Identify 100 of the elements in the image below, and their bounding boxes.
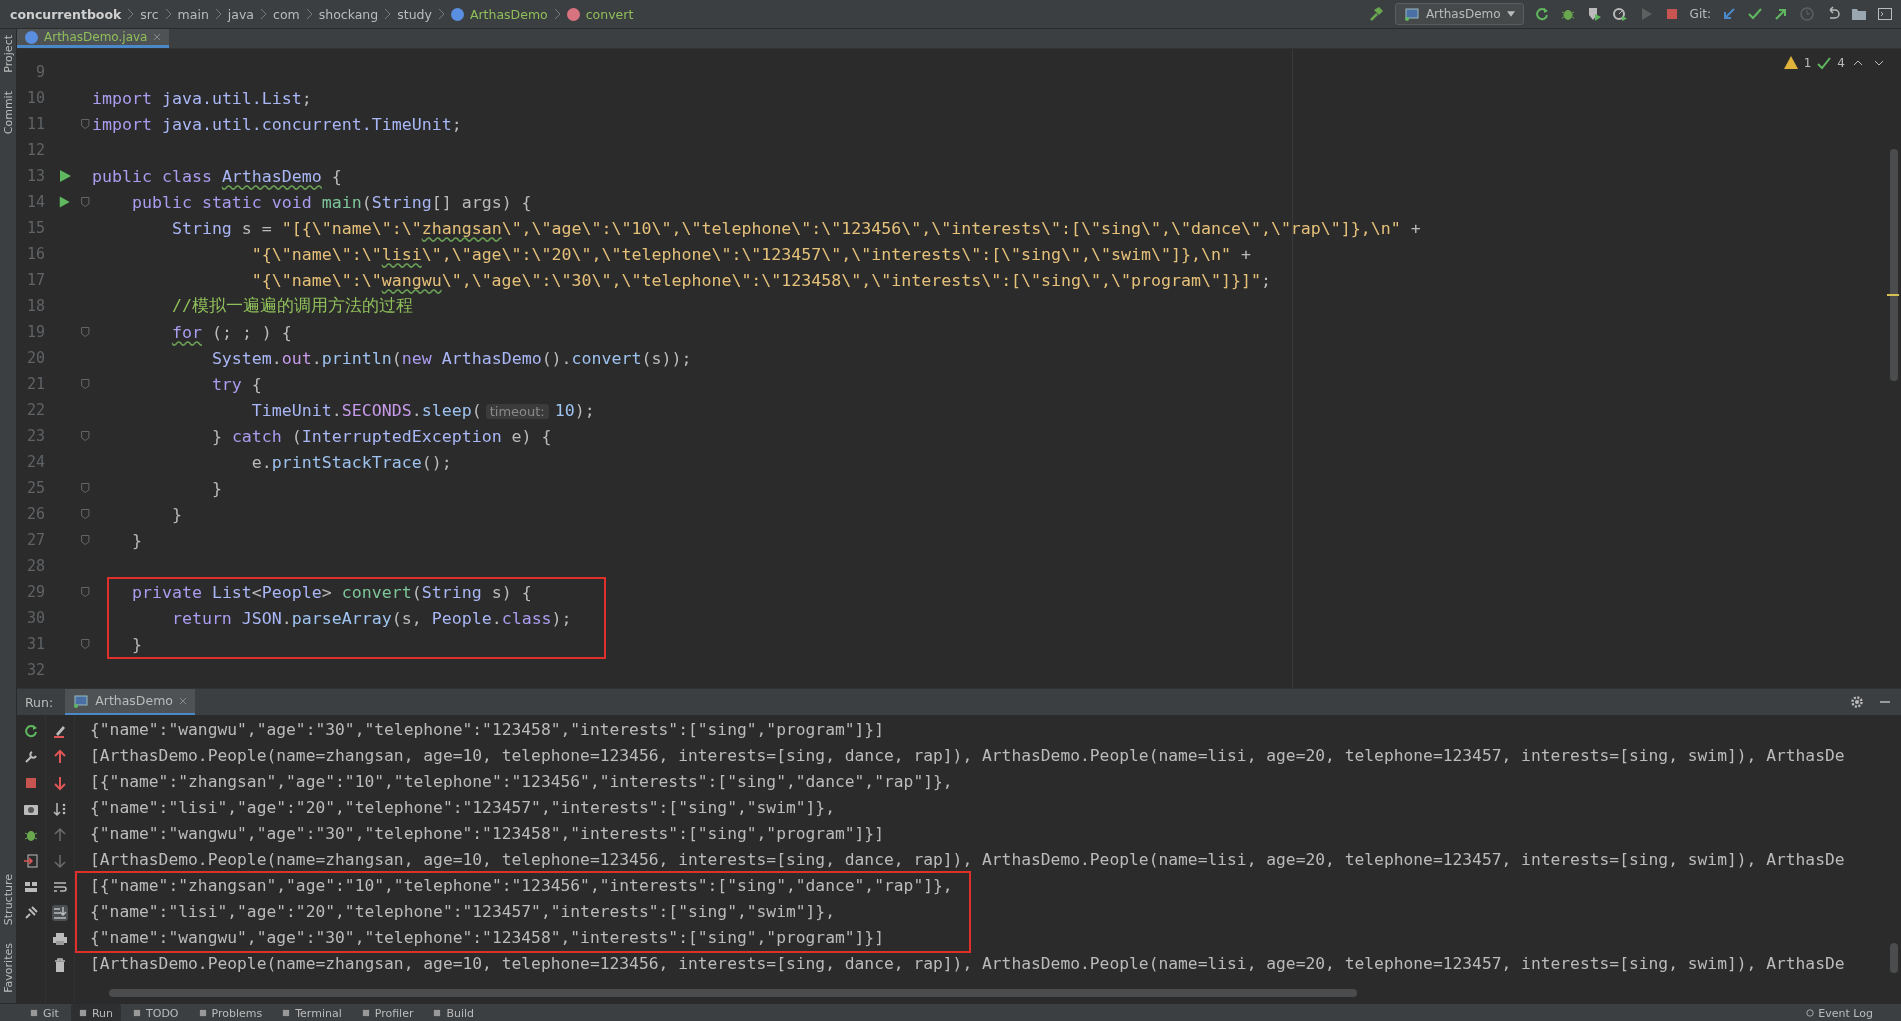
check-icon[interactable] — [1816, 55, 1833, 71]
sort-icon[interactable] — [52, 801, 68, 817]
console-line: [{"name":"zhangsan","age":"10","telephone":"123456","interests":["sing","dance","rap"]}, — [90, 771, 954, 793]
line-number: 21 — [25, 375, 45, 393]
tool-icon — [282, 1009, 291, 1017]
scrollbar[interactable] — [109, 989, 1357, 997]
line-number: 14 — [25, 193, 45, 211]
tool-window-button[interactable]: Problems — [190, 1004, 271, 1021]
warning-icon[interactable] — [1782, 55, 1799, 71]
folder-icon[interactable] — [1851, 6, 1867, 22]
chevron-icon — [553, 8, 561, 20]
run-icon[interactable] — [57, 194, 72, 210]
run-icon[interactable] — [57, 168, 73, 184]
arrow-up-icon[interactable] — [52, 749, 68, 765]
run-tab[interactable]: ArthasDemo — [65, 688, 195, 716]
terminal-window-icon[interactable] — [1877, 6, 1893, 22]
clear-icon[interactable] — [52, 723, 68, 739]
tool-window-button[interactable]: Run — [70, 1004, 121, 1021]
code-line: String s = "[{\"name\":\"zhangsan\",\"age\":\"10\",\"telephone\":\"123456\",\"interests\":[\"sing\",\"dance\",\"rap\"]},\n" + — [170, 218, 1421, 238]
settings-icon[interactable] — [1849, 694, 1865, 710]
breadcrumb-item[interactable]: main — [177, 6, 209, 22]
check-count: 4 — [1837, 56, 1845, 70]
scroll-to-end-icon[interactable] — [52, 905, 68, 921]
stop-icon[interactable] — [23, 775, 39, 791]
rerun-icon[interactable] — [23, 723, 39, 739]
breadcrumb-item[interactable]: java — [227, 6, 254, 22]
tool-window-button[interactable]: Commit — [1, 90, 15, 134]
push-arrow-icon[interactable] — [1773, 6, 1789, 22]
line-number: 19 — [25, 323, 45, 341]
console-line: [ArthasDemo.People(name=zhangsan, age=10, telephone=123456, interests=[sing, dance, rap]), ArthasDemo.People(name=lisi, age=20, telephone=123457, interests=[sing, swim]), ArthasDe — [90, 745, 1845, 767]
line-number: 17 — [25, 271, 45, 289]
tool-window-button[interactable]: Favorites — [1, 943, 15, 993]
line-number: 11 — [25, 115, 45, 133]
line-number: 31 — [25, 635, 45, 653]
breadcrumb-item[interactable]: com — [273, 6, 300, 22]
breadcrumb-item[interactable]: src — [140, 6, 159, 22]
gauge-icon[interactable] — [1611, 6, 1628, 22]
event-log-icon — [1806, 1009, 1815, 1017]
rerun-icon[interactable] — [1533, 6, 1550, 22]
breadcrumb-item[interactable]: ArthasDemo — [469, 6, 548, 22]
line-number: 28 — [25, 557, 45, 575]
line-number: 12 — [25, 141, 45, 159]
hammer-icon[interactable] — [1368, 6, 1385, 22]
breadcrumb-item[interactable]: shockang — [318, 6, 379, 22]
close-icon[interactable] — [153, 33, 162, 41]
code-line: import java.util.List; — [92, 88, 312, 108]
code-line: public static void main(String[] args) { — [130, 192, 532, 212]
tool-window-button[interactable]: Git — [22, 1004, 67, 1021]
editor-tab[interactable]: ArthasDemo.java — [17, 29, 170, 48]
tool-icon — [78, 1009, 87, 1017]
arrow-down-icon[interactable] — [52, 775, 68, 791]
line-number: 20 — [25, 349, 45, 367]
scrollbar[interactable] — [1890, 943, 1898, 973]
breadcrumb-item[interactable]: convert — [585, 6, 634, 22]
console-line: [{"name":"zhangsan","age":"10","telephone":"123456","interests":["sing","dance","rap"]}, — [89, 875, 954, 897]
exit-icon[interactable] — [23, 853, 39, 869]
console-line: {"name":"wangwu","age":"30","telephone":"123458","interests":["sing","program"]}] — [90, 823, 885, 845]
tool-window-button[interactable]: Terminal — [274, 1004, 350, 1021]
line-number: 24 — [25, 453, 45, 471]
tool-window-button[interactable]: TODO — [125, 1004, 187, 1021]
arrow-down-icon[interactable] — [52, 853, 68, 869]
line-number: 30 — [25, 609, 45, 627]
console-line: [ArthasDemo.People(name=zhangsan, age=10, telephone=123456, interests=[sing, dance, rap]), ArthasDemo.People(name=lisi, age=20, telephone=123457, interests=[sing, swim]), ArthasDe — [90, 953, 1845, 975]
soft-wrap-icon[interactable] — [52, 879, 68, 895]
scrollbar[interactable] — [1890, 149, 1898, 381]
check-icon[interactable] — [1747, 6, 1763, 22]
window-icon — [1403, 6, 1420, 22]
line-number: 13 — [25, 167, 45, 185]
chevron-icon — [305, 8, 313, 20]
run-label: Run: — [25, 694, 54, 710]
tool-window-button[interactable]: Project — [1, 35, 15, 73]
git-label: Git: — [1689, 7, 1711, 21]
breadcrumb-item[interactable]: study — [397, 6, 432, 22]
print-icon[interactable] — [52, 931, 68, 947]
tool-window-button[interactable]: Profiler — [353, 1004, 422, 1021]
code-line: return JSON.parseArray(s, People.class); — [170, 608, 572, 628]
chevron-icon — [437, 8, 445, 20]
line-number: 27 — [25, 531, 45, 549]
class-icon — [450, 7, 464, 21]
tool-window-button[interactable]: Structure — [1, 874, 15, 926]
close-icon[interactable] — [179, 696, 187, 705]
chevron-icon — [127, 8, 135, 20]
code-line: } — [130, 530, 142, 550]
run-configuration-dropdown[interactable]: ArthasDemo — [1394, 3, 1524, 25]
line-number: 16 — [25, 245, 45, 263]
arrow-up-icon[interactable] — [52, 827, 68, 843]
code-line: public class ArthasDemo { — [92, 166, 342, 186]
line-number: 10 — [25, 89, 45, 107]
event-log-button[interactable]: Event Log — [1800, 1005, 1879, 1021]
tool-icon — [361, 1009, 370, 1017]
layout-icon[interactable] — [23, 879, 39, 895]
update-arrow-icon[interactable] — [1721, 6, 1737, 22]
trash-icon[interactable] — [52, 957, 68, 973]
tool-window-button[interactable]: Build — [425, 1004, 483, 1021]
console-line: {"name":"wangwu","age":"30","telephone":"123458","interests":["sing","program"]}] — [89, 927, 885, 949]
wrench-icon[interactable] — [23, 749, 39, 765]
line-number: 32 — [25, 661, 45, 679]
tool-icon — [433, 1009, 442, 1017]
breadcrumb-item[interactable]: concurrentbook — [10, 6, 122, 22]
chevron-icon — [260, 8, 267, 20]
